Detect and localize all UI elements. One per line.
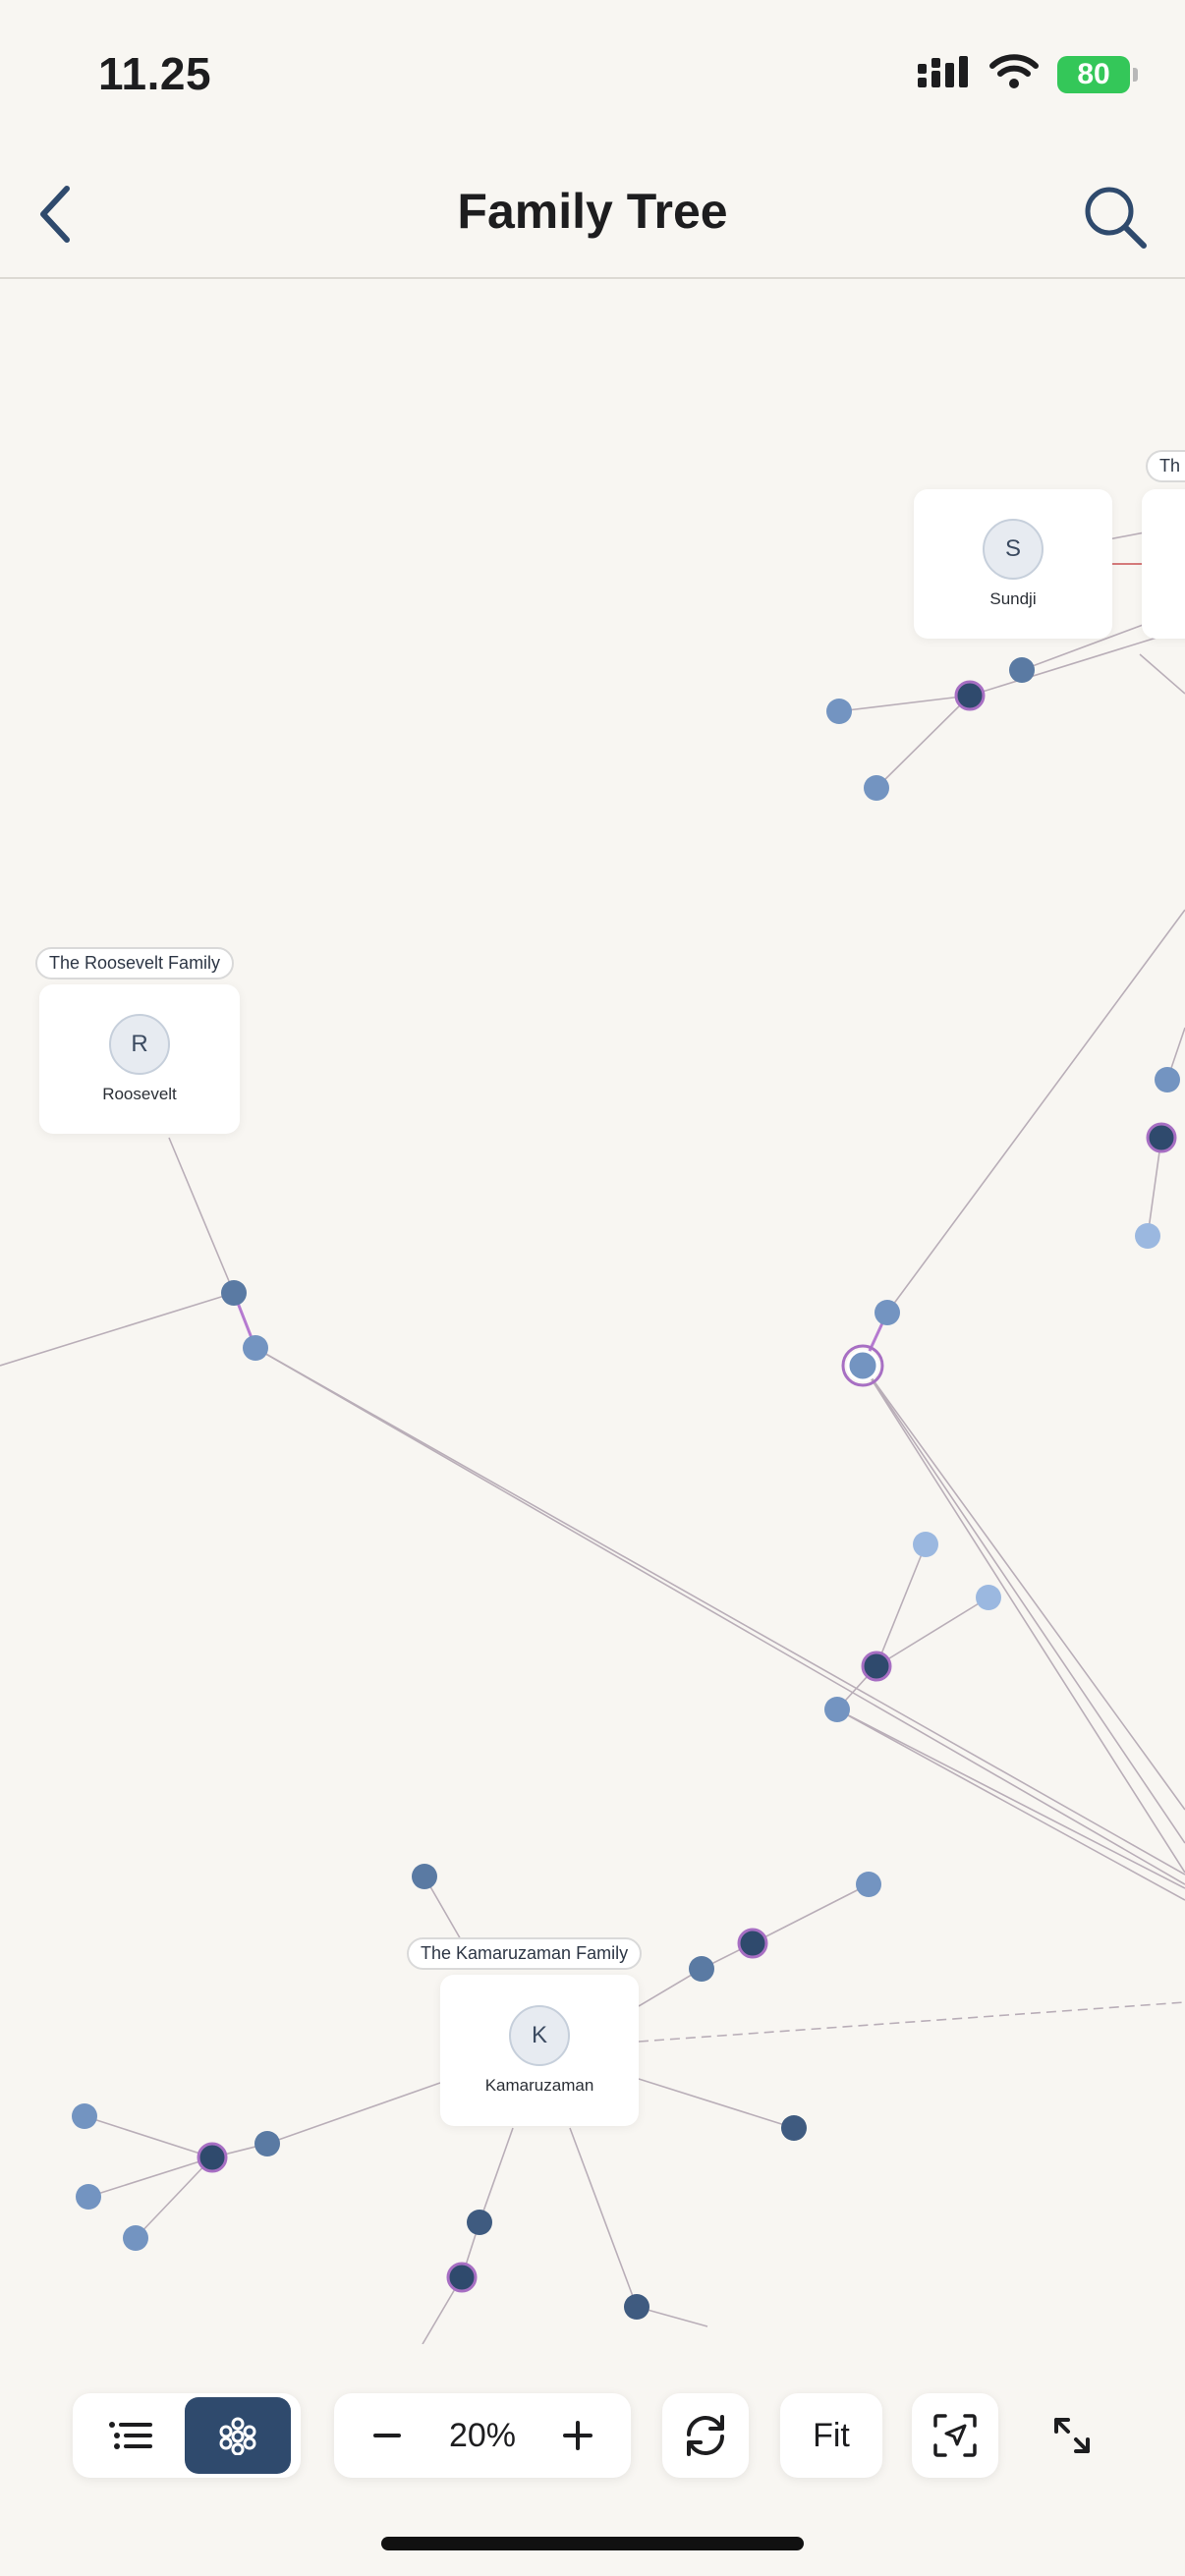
locate-icon [933, 2414, 977, 2457]
locate-button[interactable] [912, 2393, 998, 2478]
page-title: Family Tree [457, 184, 728, 239]
refresh-icon [687, 2415, 724, 2456]
tree-node[interactable] [123, 2225, 148, 2251]
zoom-level: 20% [448, 2416, 517, 2454]
tree-node[interactable] [221, 1280, 247, 1306]
zoom-out-button[interactable] [360, 2408, 415, 2463]
tree-node[interactable] [689, 1956, 714, 1982]
list-view-button[interactable] [79, 2397, 185, 2474]
battery-level: 80 [1077, 57, 1110, 90]
tree-node[interactable] [446, 2262, 478, 2293]
edge [875, 1543, 927, 1667]
tree-node[interactable] [624, 2294, 649, 2320]
tree-node[interactable] [197, 2142, 228, 2173]
family-card-roosevelt[interactable]: R Roosevelt [39, 984, 240, 1134]
edge [254, 1347, 1185, 1876]
edge [886, 909, 1185, 1314]
edge [638, 2001, 1185, 2043]
edge [862, 1365, 1185, 1874]
status-time: 11.25 [98, 48, 212, 99]
avatar: S [983, 519, 1044, 580]
edge [168, 1137, 235, 1294]
zoom-in-button[interactable] [550, 2408, 605, 2463]
tree-node[interactable] [954, 680, 986, 711]
expand-icon [1054, 2418, 1090, 2453]
refresh-button[interactable] [662, 2393, 749, 2478]
view-toggle [73, 2393, 301, 2478]
family-label-kamaruzaman: The Kamaruzaman Family [407, 1937, 643, 1970]
status-bar: 11.25 80 [0, 0, 1185, 147]
tree-node[interactable] [1009, 657, 1035, 683]
tree-node[interactable] [76, 2184, 101, 2210]
home-indicator [381, 2537, 804, 2550]
tree-node[interactable] [861, 1651, 892, 1682]
tree-node[interactable] [875, 1300, 900, 1325]
member-name: Kamaruzaman [484, 2076, 594, 2095]
minus-icon [373, 2434, 401, 2437]
bottom-toolbar: 20% Fit [0, 2387, 1185, 2486]
tree-node[interactable] [824, 1697, 850, 1722]
edge [875, 695, 971, 789]
tree-node[interactable] [737, 1928, 768, 1959]
tree-node[interactable] [72, 2103, 97, 2129]
tree-node[interactable] [913, 1532, 938, 1557]
tree-node-selected[interactable] [846, 1349, 879, 1382]
tree-node[interactable] [864, 775, 889, 801]
list-icon [109, 2422, 152, 2449]
tree-node[interactable] [781, 2115, 807, 2141]
status-icons: 80 [916, 53, 1138, 95]
tree-node[interactable] [856, 1872, 881, 1897]
edge [569, 2127, 638, 2308]
wifi-icon [988, 53, 1040, 95]
edge [862, 1365, 1185, 1811]
plus-icon [563, 2421, 592, 2450]
graph-view-button[interactable] [185, 2397, 291, 2474]
tree-node[interactable] [976, 1585, 1001, 1610]
edge [266, 2082, 441, 2145]
member-name: Roosevelt [102, 1085, 177, 1103]
tree-node[interactable] [826, 699, 852, 724]
family-label-partial: Th [1146, 450, 1185, 482]
cellular-signal-icon [916, 54, 971, 94]
avatar: R [109, 1014, 170, 1075]
edge [638, 2078, 795, 2129]
fit-button[interactable]: Fit [780, 2393, 882, 2478]
graph-icon [219, 2417, 256, 2455]
family-label-roosevelt: The Roosevelt Family [35, 947, 235, 980]
edge [1139, 653, 1185, 695]
family-card-kamaruzaman[interactable]: K Kamaruzaman [440, 1975, 639, 2126]
edge [838, 695, 971, 712]
tree-node[interactable] [254, 2131, 280, 2156]
tree-node[interactable] [243, 1335, 268, 1361]
edge [875, 1596, 989, 1667]
edge [0, 1292, 235, 1367]
edge [84, 2115, 213, 2158]
tree-node[interactable] [467, 2210, 492, 2235]
edge [862, 1365, 1185, 1844]
search-icon [1085, 187, 1147, 249]
edge [969, 628, 1185, 697]
edge [479, 2127, 514, 2223]
tree-node[interactable] [412, 1864, 437, 1889]
search-button[interactable] [1071, 173, 1159, 261]
tree-node[interactable] [1135, 1223, 1160, 1249]
edge [752, 1883, 870, 1944]
tree-node[interactable] [1146, 1122, 1177, 1153]
edge [254, 1347, 1185, 1885]
family-card-partial[interactable] [1142, 489, 1185, 639]
family-card-sundji[interactable]: S Sundji [914, 489, 1112, 639]
edge [836, 1708, 1185, 1889]
tree-links-highlight [232, 1292, 889, 1367]
header: Family Tree [0, 147, 1185, 279]
battery-icon: 80 [1057, 55, 1138, 93]
expand-button[interactable] [1030, 2393, 1114, 2478]
avatar: K [509, 2005, 570, 2066]
tree-canvas[interactable]: The Roosevelt Family R Roosevelt The Kam… [0, 281, 1185, 2344]
member-name: Sundji [989, 589, 1037, 608]
tree-node[interactable] [1155, 1067, 1180, 1092]
zoom-controls: 20% [334, 2393, 631, 2478]
